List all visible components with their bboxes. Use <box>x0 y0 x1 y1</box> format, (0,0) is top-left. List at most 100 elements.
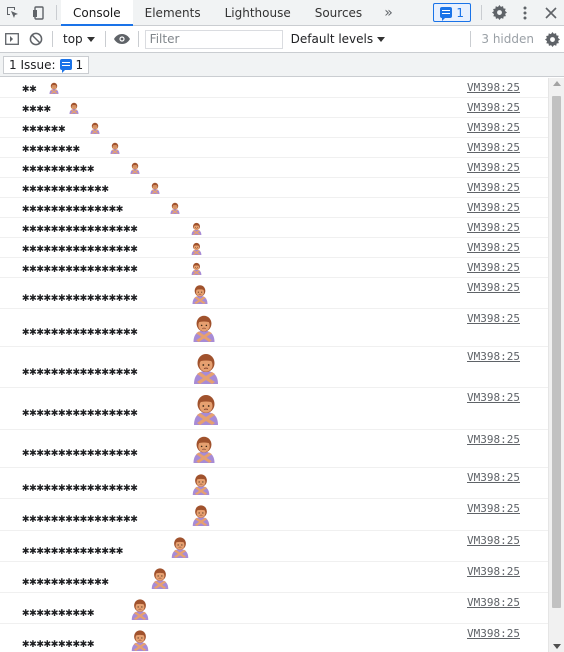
person-gesturing-no-emoji-icon <box>151 567 169 589</box>
log-row: ✱✱✱✱✱✱✱✱✱✱ VM398:25 <box>0 593 548 624</box>
issues-link-button[interactable]: 1 Issue: 1 <box>3 55 90 74</box>
log-source-link[interactable]: VM398:25 <box>467 281 520 294</box>
log-row: ✱✱✱✱✱✱✱✱✱✱ VM398:25 <box>0 624 548 652</box>
log-source-link[interactable]: VM398:25 <box>467 161 520 174</box>
log-message-text: ✱✱✱✱✱✱✱✱✱✱✱✱✱✱ <box>22 542 124 557</box>
log-source-link[interactable]: VM398:25 <box>467 627 520 640</box>
clear-console-icon[interactable] <box>24 26 48 53</box>
person-gesturing-no-emoji-icon <box>49 82 59 94</box>
log-source-link[interactable]: VM398:25 <box>467 221 520 234</box>
live-expression-eye-icon[interactable] <box>110 26 134 53</box>
log-source-link[interactable]: VM398:25 <box>467 181 520 194</box>
log-row: ✱✱✱✱✱✱✱✱✱✱✱✱✱✱✱✱ VM398:25 <box>0 499 548 531</box>
console-toolbar: top Filter Default levels 3 hidden <box>0 26 564 53</box>
log-row: ✱✱✱✱✱✱✱✱✱✱✱✱✱✱✱✱ VM398:25 <box>0 218 548 238</box>
log-source-link[interactable]: VM398:25 <box>467 261 520 274</box>
levels-label: Default levels <box>290 32 374 46</box>
divider <box>137 31 139 47</box>
log-message-text: ✱✱✱✱✱✱✱✱✱✱✱✱✱✱✱✱ <box>22 324 138 338</box>
context-label: top <box>63 32 83 46</box>
log-source-link[interactable]: VM398:25 <box>467 565 520 578</box>
scroll-down-arrow-icon[interactable] <box>553 644 561 649</box>
tab-elements[interactable]: Elements <box>133 0 213 25</box>
log-source-link[interactable]: VM398:25 <box>467 534 520 547</box>
log-row: ✱✱✱✱✱✱ VM398:25 <box>0 118 548 138</box>
log-message-text: ✱✱✱✱✱✱ <box>22 121 66 135</box>
log-row: ✱✱✱✱✱✱✱✱✱✱✱✱✱✱✱✱ VM398:25 <box>0 238 548 258</box>
log-source-link[interactable]: VM398:25 <box>467 121 520 134</box>
log-row: ✱✱✱✱✱✱✱✱✱✱✱✱✱✱✱✱ VM398:25 <box>0 347 548 388</box>
person-gesturing-no-emoji-icon <box>172 536 189 558</box>
log-row: ✱✱ VM398:25 <box>0 78 548 98</box>
log-source-link[interactable]: VM398:25 <box>467 312 520 325</box>
filter-input[interactable]: Filter <box>144 29 283 49</box>
context-selector[interactable]: top <box>57 32 101 46</box>
log-message-text: ✱✱✱✱✱✱✱✱✱✱✱✱✱✱✱✱ <box>22 511 138 525</box>
issues-chip-count: 1 <box>75 57 84 72</box>
log-row: ✱✱✱✱✱✱✱✱✱✱✱✱✱✱✱✱ VM398:25 <box>0 309 548 347</box>
tab-console[interactable]: Console <box>61 0 133 26</box>
person-gesturing-no-emoji-icon <box>191 242 201 255</box>
person-gesturing-no-emoji-icon <box>191 222 201 235</box>
log-message-text: ✱✱✱✱✱✱✱✱ <box>22 141 80 155</box>
log-row: ✱✱✱✱✱✱✱✱✱✱ VM398:25 <box>0 158 548 178</box>
log-message-text: ✱✱✱✱✱✱✱✱✱✱✱✱✱✱✱✱ <box>22 479 138 494</box>
log-message-text: ✱✱✱✱✱✱✱✱✱✱✱✱✱✱ <box>22 201 124 215</box>
filter-placeholder: Filter <box>149 32 180 46</box>
device-toolbar-icon[interactable] <box>26 0 52 25</box>
log-source-link[interactable]: VM398:25 <box>467 81 520 94</box>
log-row: ✱✱✱✱✱✱✱✱✱✱✱✱✱✱✱✱ VM398:25 <box>0 258 548 278</box>
log-message-text: ✱✱✱✱✱✱✱✱✱✱ <box>22 161 95 175</box>
log-message-text: ✱✱✱✱✱✱✱✱✱✱✱✱✱✱✱✱ <box>22 241 138 255</box>
tab-sources[interactable]: Sources <box>303 0 374 25</box>
log-message-text: ✱✱✱✱✱✱✱✱✱✱✱✱✱✱✱✱ <box>22 221 138 235</box>
divider <box>52 31 53 47</box>
message-icon <box>59 59 72 73</box>
dropdown-arrow-icon <box>377 36 386 42</box>
scroll-up-arrow-icon[interactable] <box>553 81 561 86</box>
settings-gear-icon[interactable] <box>486 0 512 25</box>
log-source-link[interactable]: VM398:25 <box>467 433 520 446</box>
log-source-link[interactable]: VM398:25 <box>467 201 520 214</box>
person-gesturing-no-emoji-icon <box>193 315 215 342</box>
log-source-link[interactable]: VM398:25 <box>467 101 520 114</box>
issues-bar: 1 Issue: 1 <box>0 53 564 77</box>
message-icon <box>440 7 453 21</box>
log-source-link[interactable]: VM398:25 <box>467 241 520 254</box>
console-settings-gear-icon[interactable] <box>540 26 564 53</box>
log-row: ✱✱✱✱✱✱✱✱✱✱✱✱✱✱✱✱ VM398:25 <box>0 388 548 430</box>
divider <box>56 5 57 20</box>
more-tabs-button[interactable]: » <box>374 0 403 25</box>
log-source-link[interactable]: VM398:25 <box>467 391 520 404</box>
log-source-link[interactable]: VM398:25 <box>467 471 520 484</box>
log-source-link[interactable]: VM398:25 <box>467 350 520 363</box>
issues-count: 1 <box>456 5 464 20</box>
log-message-text: ✱✱✱✱✱✱✱✱✱✱✱✱✱✱✱✱ <box>22 363 138 378</box>
log-row: ✱✱✱✱✱✱✱✱ VM398:25 <box>0 138 548 158</box>
log-scrollbar[interactable] <box>548 78 564 652</box>
scroll-thumb[interactable] <box>552 96 561 608</box>
log-message-text: ✱✱✱✱ <box>22 101 51 115</box>
person-gesturing-no-emoji-icon <box>191 262 201 275</box>
log-row: ✱✱✱✱✱✱✱✱✱✱✱✱✱✱ VM398:25 <box>0 531 548 562</box>
log-message-text: ✱✱ <box>22 81 37 95</box>
log-source-link[interactable]: VM398:25 <box>467 502 520 515</box>
close-icon[interactable] <box>538 0 564 25</box>
person-gesturing-no-emoji-icon <box>131 598 149 620</box>
more-options-icon[interactable] <box>512 0 538 25</box>
log-message-text: ✱✱✱✱✱✱✱✱✱✱✱✱✱✱✱✱ <box>22 289 138 304</box>
log-source-link[interactable]: VM398:25 <box>467 141 520 154</box>
issues-counter-button[interactable]: 1 <box>433 3 471 22</box>
person-gesturing-no-emoji-icon <box>170 202 180 214</box>
log-message-text: ✱✱✱✱✱✱✱✱✱✱✱✱ <box>22 573 109 588</box>
log-message-text: ✱✱✱✱✱✱✱✱✱✱✱✱✱✱✱✱ <box>22 445 138 459</box>
log-message-text: ✱✱✱✱✱✱✱✱✱✱✱✱ <box>22 181 109 195</box>
tab-lighthouse[interactable]: Lighthouse <box>213 0 303 25</box>
console-messages: ✱✱ VM398:25 ✱✱✱✱ VM398:25 ✱✱✱✱✱✱ VM398:25 ✱✱✱✱… <box>0 78 548 652</box>
person-gesturing-no-emoji-icon <box>150 182 160 194</box>
sidebar-toggle-icon[interactable] <box>0 26 24 53</box>
dropdown-arrow-icon <box>86 36 95 42</box>
log-levels-dropdown[interactable]: Default levels <box>283 32 393 46</box>
inspect-element-icon[interactable] <box>0 0 26 25</box>
log-source-link[interactable]: VM398:25 <box>467 596 520 609</box>
